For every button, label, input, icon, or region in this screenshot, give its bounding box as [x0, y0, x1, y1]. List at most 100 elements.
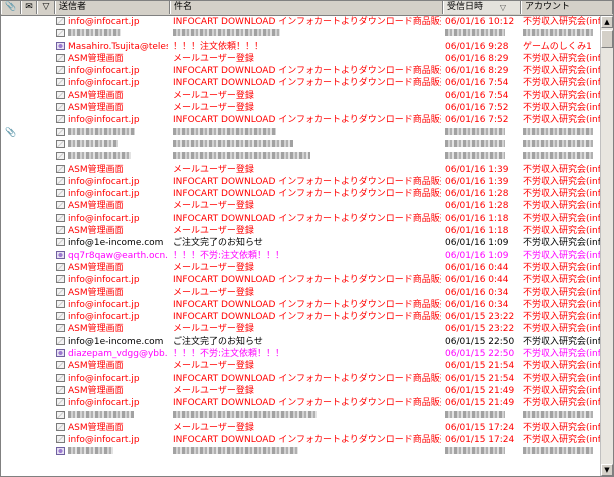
sender-text: info@1e-income.com [68, 238, 164, 249]
read-mail-icon [56, 435, 65, 444]
from-cell: info@infocart.jp [56, 299, 168, 311]
from-cell: ASM管理画面 [56, 262, 168, 274]
from-cell: ASM管理画面 [56, 90, 168, 102]
message-row[interactable]: info@infocart.jp INFOCART DOWNLOAD インフォカー… [1, 114, 601, 126]
subject-cell: INFOCART DOWNLOAD インフォカートよりダウンロード商品販売のお知… [173, 17, 441, 27]
sender-text: Masahiro.Tsujita@telesy... [68, 41, 168, 52]
header-flag[interactable]: ▽ [37, 1, 55, 14]
subject-cell: メールユーザー登録 [173, 103, 254, 114]
message-row[interactable]: info@infocart.jp INFOCART DOWNLOAD インフォカー… [1, 274, 601, 286]
subject-cell: ご注文完了のお知らせ [173, 238, 263, 249]
header-attachment[interactable]: 📎 [1, 1, 21, 14]
read-mail-icon [56, 410, 65, 419]
unread-mail-icon [56, 447, 65, 456]
message-row[interactable]: ASM管理画面 メールユーザー登録 06/01/16 8:29 不労収入研究会(inf [1, 53, 601, 65]
read-mail-icon [56, 17, 65, 25]
date-cell: 06/01/15 23:22 [445, 312, 515, 323]
scroll-thumb[interactable] [601, 30, 613, 48]
subject-cell: メールユーザー登録 [173, 164, 254, 175]
message-row[interactable]: info@infocart.jp INFOCART DOWNLOAD インフォカー… [1, 213, 601, 225]
subject-cell [173, 139, 441, 151]
read-mail-icon [56, 201, 65, 210]
message-row[interactable]: 📎 [1, 127, 601, 139]
message-row[interactable]: info@infocart.jp INFOCART DOWNLOAD インフォカー… [1, 299, 601, 311]
redacted-text [173, 410, 317, 418]
message-row[interactable]: info@infocart.jp INFOCART DOWNLOAD インフォカー… [1, 188, 601, 200]
subject-cell: メールユーザー登録 [173, 361, 254, 372]
paperclip-icon: 📎 [5, 127, 17, 138]
scroll-up-button[interactable]: ▲ [601, 16, 613, 28]
message-row[interactable]: info@infocart.jp INFOCART DOWNLOAD インフォカー… [1, 311, 601, 323]
sender-text: ASM管理画面 [68, 287, 124, 298]
subject-cell: INFOCART DOWNLOAD インフォカートよりダウンロード商品販売のお知… [173, 176, 441, 187]
message-row[interactable]: ASM管理画面 メールユーザー登録 06/01/15 23:22 不労収入研究会(in… [1, 323, 601, 335]
unread-mail-icon [56, 250, 65, 259]
from-cell: info@infocart.jp [56, 397, 168, 409]
sender-text: ASM管理画面 [68, 226, 124, 237]
message-row[interactable]: ASM管理画面 メールユーザー登録 06/01/16 1:18 不労収入研究会(inf [1, 225, 601, 237]
from-cell: info@infocart.jp [56, 274, 168, 286]
message-row[interactable]: ASM管理画面 メールユーザー登録 06/01/16 7:54 不労収入研究会(inf [1, 90, 601, 102]
read-mail-icon [56, 189, 65, 198]
redacted-text [68, 410, 134, 418]
header-subject[interactable]: 件名 [170, 1, 443, 14]
unread-mail-icon [56, 349, 65, 358]
date-cell: 06/01/16 7:54 [445, 78, 509, 89]
message-row[interactable]: info@infocart.jp INFOCART DOWNLOAD インフォカー… [1, 373, 601, 385]
redacted-text [523, 29, 593, 37]
read-mail-icon [56, 262, 65, 271]
read-mail-icon [56, 103, 65, 112]
sender-text: info@infocart.jp [68, 189, 140, 200]
sender-text: diazepam_vdgg@ybb.ne.jp [68, 349, 168, 360]
vertical-scrollbar[interactable]: ▲ ▼ [600, 16, 613, 476]
message-row[interactable]: Masahiro.Tsujita@telesy... ！！！注文依頼！！！ 06/0… [1, 41, 601, 53]
subject-cell: メールユーザー登録 [173, 226, 254, 237]
message-row[interactable]: info@1e-income.com ご注文完了のお知らせ 06/01/16 1:0… [1, 237, 601, 249]
message-row[interactable]: ASM管理画面 メールユーザー登録 06/01/15 21:54 不労収入研究会(in… [1, 360, 601, 372]
header-from[interactable]: 送信者 [55, 1, 170, 14]
sender-text: qq7r8qaw@earth.ocn.ne... [68, 250, 168, 261]
date-cell: 06/01/15 21:54 [445, 373, 515, 384]
message-row[interactable]: info@infocart.jp INFOCART DOWNLOAD インフォカー… [1, 434, 601, 446]
message-row[interactable] [1, 410, 601, 422]
header-account[interactable]: アカウント [521, 1, 613, 14]
date-cell: 06/01/15 17:24 [445, 435, 515, 446]
message-row[interactable]: qq7r8qaw@earth.ocn.ne... ！！！不労:注文依頼！！！ 06/… [1, 250, 601, 262]
message-row[interactable]: ASM管理画面 メールユーザー登録 06/01/15 17:24 不労収入研究会(in… [1, 422, 601, 434]
message-row[interactable]: info@infocart.jp INFOCART DOWNLOAD インフォカー… [1, 176, 601, 188]
date-cell: 06/01/16 1:09 [445, 238, 509, 249]
redacted-text [445, 139, 505, 147]
message-row[interactable]: info@infocart.jp INFOCART DOWNLOAD インフォカー… [1, 65, 601, 77]
message-row[interactable] [1, 139, 601, 151]
date-cell: 06/01/16 7:54 [445, 90, 509, 101]
message-row[interactable]: ASM管理画面 メールユーザー登録 06/01/15 21:49 不労収入研究会(in… [1, 385, 601, 397]
message-row[interactable]: ASM管理画面 メールユーザー登録 06/01/16 0:44 不労収入研究会(inf [1, 262, 601, 274]
message-row[interactable] [1, 28, 601, 40]
redacted-text [68, 447, 113, 455]
from-cell: info@infocart.jp [56, 114, 168, 126]
sender-text: info@infocart.jp [68, 66, 140, 77]
header-date[interactable]: 受信日時 ▽ [443, 1, 521, 14]
message-row[interactable] [1, 151, 601, 163]
scroll-down-button[interactable]: ▼ [601, 464, 613, 476]
message-row[interactable]: diazepam_vdgg@ybb.ne.jp ！！！不労:注文依頼！！！ 06/0… [1, 348, 601, 360]
read-mail-icon [56, 299, 65, 308]
arrow-up-icon: ▲ [604, 18, 610, 26]
from-cell: ASM管理画面 [56, 200, 168, 212]
message-row[interactable] [1, 446, 601, 458]
date-cell: 06/01/16 1:39 [445, 164, 509, 175]
message-row[interactable]: info@infocart.jp INFOCART DOWNLOAD インフォカー… [1, 77, 601, 89]
message-row[interactable]: info@1e-income.com ご注文完了のお知らせ 06/01/15 22:… [1, 336, 601, 348]
sender-text: info@infocart.jp [68, 398, 140, 409]
sender-text: info@infocart.jp [68, 312, 140, 323]
read-mail-icon [56, 324, 65, 333]
message-row[interactable]: ASM管理画面 メールユーザー登録 06/01/16 7:52 不労収入研究会(inf [1, 102, 601, 114]
message-row[interactable]: ASM管理画面 メールユーザー登録 06/01/16 0:34 不労収入研究会(inf [1, 287, 601, 299]
message-row[interactable]: info@infocart.jp INFOCART DOWNLOAD インフォカー… [1, 16, 601, 28]
header-status[interactable]: ✉ [21, 1, 37, 14]
subject-cell [173, 127, 441, 139]
message-row[interactable]: ASM管理画面 メールユーザー登録 06/01/16 1:39 不労収入研究会(inf [1, 164, 601, 176]
message-row[interactable]: info@infocart.jp INFOCART DOWNLOAD インフォカー… [1, 397, 601, 409]
subject-cell: INFOCART DOWNLOAD インフォカートよりダウンロード商品販売のお知… [173, 78, 441, 89]
message-row[interactable]: ASM管理画面 メールユーザー登録 06/01/16 1:28 不労収入研究会(inf [1, 200, 601, 212]
